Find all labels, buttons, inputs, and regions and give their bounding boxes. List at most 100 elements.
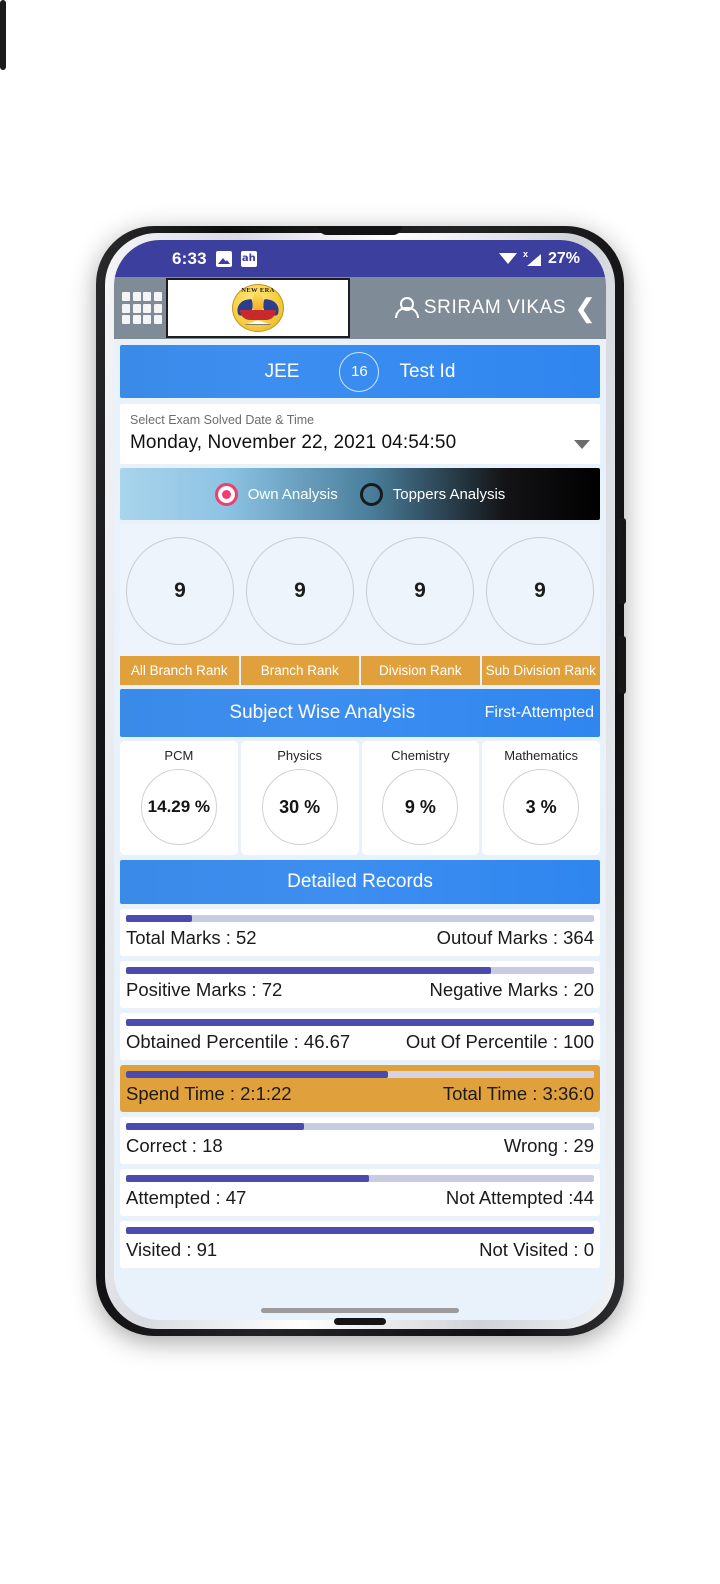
subject-name-mathematics: Mathematics [504,748,578,763]
test-id-label: Test Id [399,360,456,382]
grid-menu-icon[interactable] [122,292,162,324]
radio-toppers-analysis-label: Toppers Analysis [392,485,506,503]
test-id-group: 16 Test Id [339,351,456,392]
app-bar: NEW ERA SRIRAM VIKAS ❮ [114,277,606,339]
subject-card-chemistry[interactable]: Chemistry 9 % [361,741,480,855]
row-right-total-time: Total Time : 3:36:0 [442,1083,594,1104]
subject-cards: PCM 14.29 % Physics 30 % Chemistry 9 % M… [120,741,600,855]
row-left-total-marks: Total Marks : 52 [126,927,257,948]
rank-value-branch: 9 [246,537,354,645]
app-logo: NEW ERA [166,278,350,338]
photo-icon [215,250,232,267]
progress-fill [126,1019,594,1026]
rank-value-division: 9 [366,537,474,645]
row-left-correct: Correct : 18 [126,1135,223,1156]
row-right-negative-marks: Negative Marks : 20 [429,979,594,1000]
date-picker-value: Monday, November 22, 2021 04:54:50 [130,432,457,453]
row-left-visited: Visited : 91 [126,1239,218,1260]
rank-label-branch[interactable]: Branch Rank [240,656,359,685]
rank-label-sub-division[interactable]: Sub Division Rank [481,656,600,685]
row-right-not-visited: Not Visited : 0 [479,1239,594,1260]
wifi-icon [498,252,517,266]
radio-selected-icon[interactable] [214,482,238,506]
status-time: 6:33 [172,248,207,268]
subject-name-pcm: PCM [164,748,194,763]
subject-value-mathematics: 3 % [503,769,580,845]
date-picker[interactable]: Select Exam Solved Date & Time Monday, N… [120,404,600,464]
chevron-down-icon[interactable] [574,440,590,449]
subject-card-mathematics[interactable]: Mathematics 3 % [482,741,600,855]
person-icon [394,297,419,319]
subject-value-physics: 30 % [261,769,338,845]
analysis-toggle: Own Analysis Toppers Analysis [120,468,600,520]
subject-card-physics[interactable]: Physics 30 % [240,741,359,855]
main-content: JEE 16 Test Id Select Exam Solved Date &… [114,339,606,1320]
exam-band: JEE 16 Test Id [120,345,600,398]
progress-fill [126,1071,389,1078]
table-row: Visited : 91 Not Visited : 0 [120,1221,600,1268]
account-section[interactable]: SRIRAM VIKAS [394,297,567,319]
progress-track [126,1175,594,1182]
detailed-records-rows: Total Marks : 52 Outouf Marks : 364 Posi… [120,909,600,1268]
progress-track [126,1019,594,1026]
row-left-spend-time: Spend Time : 2:1:22 [126,1083,292,1104]
account-name: SRIRAM VIKAS [423,297,567,318]
hindi-app-icon: ah [240,250,257,267]
status-bar-right: x 27% [498,249,580,268]
side-button-left[interactable] [0,0,6,70]
rank-label-all-branch[interactable]: All Branch Rank [120,656,239,685]
navigation-bar-handle[interactable] [261,1308,459,1313]
row-right-out-of-percentile: Out Of Percentile : 100 [405,1031,594,1052]
progress-fill [126,1175,370,1182]
phone-notch [318,226,402,235]
row-right-not-attempted: Not Attempted :44 [445,1187,594,1208]
power-button[interactable] [618,636,626,694]
detailed-records-header: Detailed Records [120,860,600,904]
exam-band-wrap: JEE 16 Test Id [114,339,606,398]
radio-unselected-icon[interactable] [359,482,383,506]
subject-wise-tag[interactable]: First-Attempted [485,704,594,722]
rank-labels: All Branch Rank Branch Rank Division Ran… [120,656,600,685]
table-row: Attempted : 47 Not Attempted :44 [120,1169,600,1216]
progress-track [126,967,594,974]
table-row-highlighted: Spend Time : 2:1:22 Total Time : 3:36:0 [120,1065,600,1112]
subject-value-chemistry: 9 % [382,769,459,845]
progress-fill [126,967,492,974]
rank-value-sub-division: 9 [486,537,594,645]
progress-track [126,1123,594,1130]
exam-name: JEE [264,360,300,382]
table-row: Correct : 18 Wrong : 29 [120,1117,600,1164]
rank-label-division[interactable]: Division Rank [361,656,480,685]
subject-card-pcm[interactable]: PCM 14.29 % [120,741,238,855]
table-row: Total Marks : 52 Outouf Marks : 364 [120,909,600,956]
progress-track [126,915,594,922]
chevron-left-icon[interactable]: ❮ [574,295,596,321]
row-right-wrong: Wrong : 29 [503,1135,594,1156]
phone-speaker [334,1318,386,1325]
table-row: Positive Marks : 72 Negative Marks : 20 [120,961,600,1008]
screenshot-canvas: 6:33 ah x 27% NEW ERA SRIRAM VIKAS ❮ JEE… [0,0,720,1584]
subject-name-chemistry: Chemistry [391,748,450,763]
status-bar: 6:33 ah x 27% [114,240,606,277]
volume-button[interactable] [618,518,626,604]
progress-fill [126,915,192,922]
radio-own-analysis[interactable]: Own Analysis [214,482,338,506]
date-picker-label: Select Exam Solved Date & Time [130,413,315,427]
status-bar-left: 6:33 ah [172,249,257,269]
progress-fill [126,1123,304,1130]
row-left-obtained-percentile: Obtained Percentile : 46.67 [126,1031,351,1052]
subject-value-pcm: 14.29 % [140,769,217,845]
rank-circles: 9 9 9 9 [120,524,600,656]
progress-track [126,1071,594,1078]
row-left-attempted: Attempted : 47 [126,1187,247,1208]
progress-track [126,1227,594,1234]
test-id-value: 16 [339,351,380,392]
radio-toppers-analysis[interactable]: Toppers Analysis [359,482,506,506]
rank-value-all-branch: 9 [126,537,234,645]
row-right-outof-marks: Outouf Marks : 364 [436,927,594,948]
progress-fill [126,1227,594,1234]
phone-screen: 6:33 ah x 27% NEW ERA SRIRAM VIKAS ❮ JEE… [114,240,606,1320]
table-row: Obtained Percentile : 46.67 Out Of Perce… [120,1013,600,1060]
subject-name-physics: Physics [277,748,323,763]
subject-wise-title: Subject Wise Analysis [229,702,416,723]
